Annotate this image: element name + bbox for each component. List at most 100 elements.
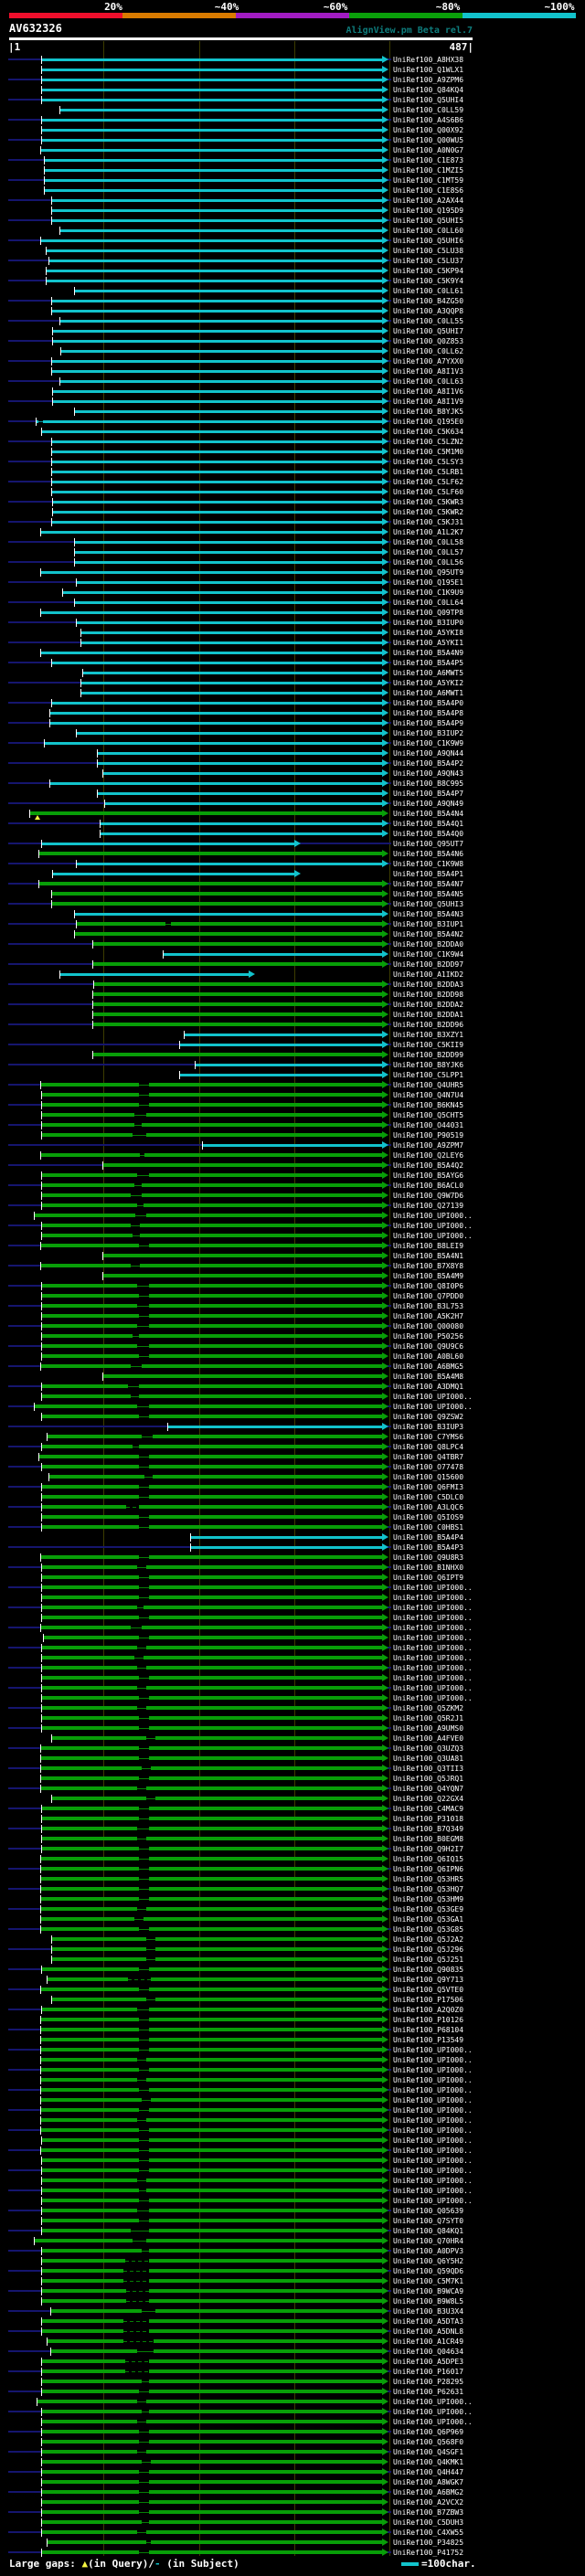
hit-label[interactable]: UniRef100_Q5ZKM2 [393,1704,463,1712]
alignment-bar[interactable] [41,1776,382,1780]
hit-label[interactable]: UniRef100_B7ZBW3 [393,2508,463,2517]
alignment-bar[interactable] [42,88,382,91]
alignment-bar[interactable] [42,1123,382,1127]
hit-label[interactable]: UniRef100_Q6Y5H2 [393,2257,463,2265]
alignment-bar[interactable] [44,1636,382,1639]
hit-label[interactable]: UniRef100_B8YJK5 [393,408,463,416]
alignment-bar[interactable] [75,289,382,292]
hit-label[interactable]: UniRef100_C5LF62 [393,478,463,486]
alignment-bar[interactable] [30,811,382,815]
hit-label[interactable]: UniRef100_A4S6B6 [393,116,463,124]
hit-label[interactable]: UniRef100_B2DDA2 [393,1001,463,1009]
hit-label[interactable]: UniRef100_UPI000.. [393,2418,473,2426]
hit-label[interactable]: UniRef100_Q3UA81 [393,1754,463,1763]
alignment-bar[interactable] [42,1113,382,1117]
alignment-bar[interactable] [53,389,382,393]
hit-label[interactable]: UniRef100_UPI000.. [393,2126,473,2135]
alignment-bar[interactable] [42,1183,382,1187]
alignment-bar[interactable] [42,2480,382,2484]
hit-label[interactable]: UniRef100_A1L2K7 [393,528,463,536]
alignment-bar[interactable] [42,2138,382,2142]
alignment-bar[interactable] [42,1606,382,1609]
hit-label[interactable]: UniRef100_B3IUP3 [393,1423,463,1431]
hit-label[interactable]: UniRef100_C4MAC9 [393,1805,463,1813]
hit-label[interactable]: UniRef100_C5K634 [393,428,463,436]
alignment-bar[interactable] [52,661,382,664]
hit-label[interactable]: UniRef100_Q5VTE0 [393,1986,463,1994]
alignment-bar[interactable] [42,2199,382,2202]
alignment-bar[interactable] [42,1817,382,1820]
hit-label[interactable]: UniRef100_P28295 [393,2378,463,2386]
hit-label[interactable]: UniRef100_O44031 [393,1121,463,1129]
hit-label[interactable]: UniRef100_Q4KMK1 [393,2458,463,2466]
alignment-bar[interactable] [35,1214,382,1217]
hit-label[interactable]: UniRef100_Q0Z853 [393,337,463,345]
alignment-bar[interactable] [41,1867,382,1871]
alignment-bar[interactable] [42,1344,382,1348]
hit-label[interactable]: UniRef100_B8LEI9 [393,1242,463,1250]
hit-label[interactable]: UniRef100_UPI000.. [393,1674,473,1682]
alignment-bar[interactable] [52,892,382,896]
hit-label[interactable]: UniRef100_UPI000.. [393,2116,473,2125]
alignment-bar[interactable] [41,2128,382,2132]
hit-label[interactable]: UniRef100_C0LL61 [393,287,463,295]
hit-label[interactable]: UniRef100_B7X8Y8 [393,1262,463,1270]
hit-label[interactable]: UniRef100_P62631 [393,2388,463,2396]
hit-label[interactable]: UniRef100_O77478 [393,1463,463,1471]
hit-label[interactable]: UniRef100_P90519 [393,1131,463,1140]
alignment-bar[interactable] [37,2400,382,2403]
hit-label[interactable]: UniRef100_UPI000.. [393,1212,473,1220]
alignment-bar[interactable] [53,339,382,343]
alignment-bar[interactable] [42,1193,382,1197]
alignment-bar[interactable] [75,540,382,544]
alignment-bar[interactable] [168,1425,382,1428]
alignment-bar[interactable] [42,68,382,71]
hit-label[interactable]: UniRef100_Q5R2J1 [393,1714,463,1723]
alignment-bar[interactable] [42,1334,382,1338]
alignment-bar[interactable] [41,239,382,242]
hit-label[interactable]: UniRef100_C0LL55 [393,317,463,325]
hit-label[interactable]: UniRef100_B5A4N2 [393,930,463,938]
hit-label[interactable]: UniRef100_C5KJ31 [393,518,463,526]
hit-label[interactable]: UniRef100_A8WGK7 [393,2478,463,2486]
alignment-bar[interactable] [83,671,382,674]
hit-label[interactable]: UniRef100_Q8LPC4 [393,1443,463,1451]
hit-label[interactable]: UniRef100_Q4YQN7 [393,1785,463,1793]
alignment-bar[interactable] [60,108,382,111]
hit-label[interactable]: UniRef100_Q568F0 [393,2438,463,2446]
hit-label[interactable]: UniRef100_B3IUP2 [393,729,463,737]
hit-label[interactable]: UniRef100_C0LL57 [393,548,463,557]
alignment-bar[interactable] [81,681,382,684]
alignment-bar[interactable] [42,1224,382,1227]
hit-label[interactable]: UniRef100_Q5J2A2 [393,1935,463,1944]
hit-label[interactable]: UniRef100_UPI000.. [393,2157,473,2165]
hit-label[interactable]: UniRef100_Q15600 [393,1473,463,1481]
hit-label[interactable]: UniRef100_UPI000.. [393,1222,473,1230]
hit-label[interactable]: UniRef100_Q4UHR5 [393,1081,463,1089]
hit-label[interactable]: UniRef100_Q53GE9 [393,1905,463,1913]
hit-label[interactable]: UniRef100_Q5UHI4 [393,96,463,104]
hit-label[interactable]: UniRef100_UPI000.. [393,2086,473,2094]
hit-label[interactable]: UniRef100_B8YJK6 [393,1061,463,1069]
alignment-bar[interactable] [42,2229,382,2232]
hit-label[interactable]: UniRef100_B5A4N1 [393,1252,463,1260]
alignment-bar[interactable] [42,1445,382,1448]
hit-label[interactable]: UniRef100_C0LL62 [393,347,463,355]
alignment-bar[interactable] [196,1063,382,1066]
hit-label[interactable]: UniRef100_A1CR49 [393,2337,463,2346]
alignment-bar[interactable] [42,2279,382,2283]
hit-label[interactable]: UniRef100_B3IUP0 [393,619,463,627]
alignment-bar[interactable] [75,600,382,604]
hit-label[interactable]: UniRef100_C1K9U9 [393,588,463,597]
hit-label[interactable]: UniRef100_B9W8L5 [393,2297,463,2306]
hit-label[interactable]: UniRef100_A5YKI8 [393,629,463,637]
hit-label[interactable]: UniRef100_B5A4P5 [393,659,463,667]
hit-label[interactable]: UniRef100_B3L753 [393,1302,463,1310]
alignment-bar[interactable] [42,2008,382,2011]
alignment-bar[interactable] [41,2058,382,2062]
hit-label[interactable]: UniRef100_A9QN43 [393,769,463,778]
hit-label[interactable]: UniRef100_Q70HR4 [393,2237,463,2245]
hit-label[interactable]: UniRef100_P10126 [393,2016,463,2024]
hit-label[interactable]: UniRef100_Q4H447 [393,2468,463,2476]
alignment-bar[interactable] [42,2430,382,2433]
